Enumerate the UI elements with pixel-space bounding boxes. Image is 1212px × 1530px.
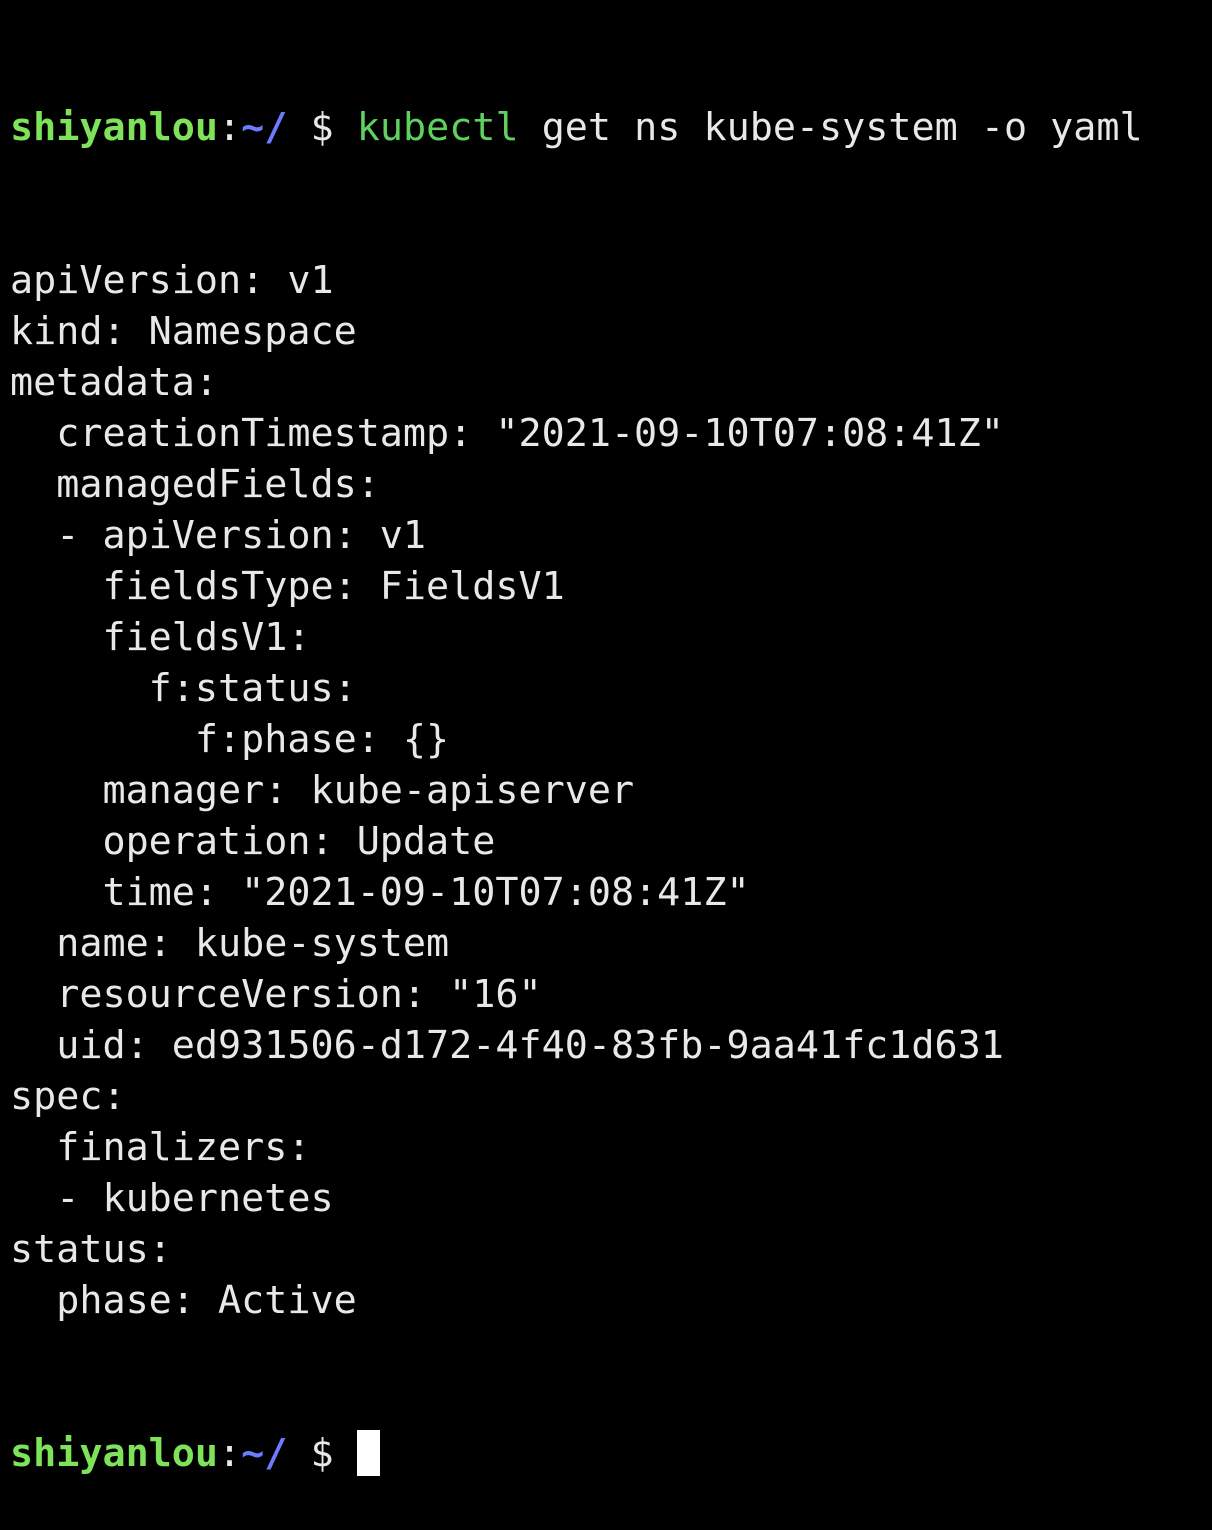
output-line: name: kube-system xyxy=(10,921,450,966)
output-line: time: "2021-09-10T07:08:41Z" xyxy=(10,870,750,915)
active-prompt-line[interactable]: shiyanlou:~/ $ xyxy=(10,1428,1212,1479)
command-args: get ns kube-system -o yaml xyxy=(541,105,1143,150)
prompt-user: shiyanlou xyxy=(10,105,219,150)
output-line: uid: ed931506-d172-4f40-83fb-9aa41fc1d63… xyxy=(10,1023,1004,1068)
output-line: operation: Update xyxy=(10,819,496,864)
output-line: phase: Active xyxy=(10,1278,357,1323)
output-line: manager: kube-apiserver xyxy=(10,768,635,813)
prompt-path: ~/ xyxy=(241,1431,288,1476)
command-output: apiVersion: v1 kind: Namespace metadata: c… xyxy=(10,255,1212,1326)
output-line: finalizers: xyxy=(10,1125,311,1170)
output-line: f:status: xyxy=(10,666,357,711)
output-line: apiVersion: v1 xyxy=(10,258,334,303)
output-line: f:phase: {} xyxy=(10,717,450,762)
command-line: shiyanlou:~/ $ kubectl get ns kube-syste… xyxy=(10,102,1212,153)
prompt-symbol: $ xyxy=(310,105,334,150)
prompt-separator: : xyxy=(218,1431,242,1476)
output-line: resourceVersion: "16" xyxy=(10,972,542,1017)
prompt-separator: : xyxy=(218,105,242,150)
prompt-user: shiyanlou xyxy=(10,1431,219,1476)
output-line: spec: xyxy=(10,1074,126,1119)
output-line: kind: Namespace xyxy=(10,309,357,354)
prompt-path: ~/ xyxy=(241,105,288,150)
output-line: - kubernetes xyxy=(10,1176,334,1221)
output-line: status: xyxy=(10,1227,172,1272)
command-name: kubectl xyxy=(356,105,519,150)
output-line: managedFields: xyxy=(10,462,380,507)
output-line: fieldsV1: xyxy=(10,615,311,660)
output-line: creationTimestamp: "2021-09-10T07:08:41Z… xyxy=(10,411,1004,456)
output-line: metadata: xyxy=(10,360,219,405)
prompt-symbol: $ xyxy=(310,1431,334,1476)
output-line: - apiVersion: v1 xyxy=(10,513,427,558)
terminal-window[interactable]: shiyanlou:~/ $ kubectl get ns kube-syste… xyxy=(0,0,1212,1476)
text-cursor[interactable] xyxy=(356,1430,380,1476)
output-line: fieldsType: FieldsV1 xyxy=(10,564,565,609)
